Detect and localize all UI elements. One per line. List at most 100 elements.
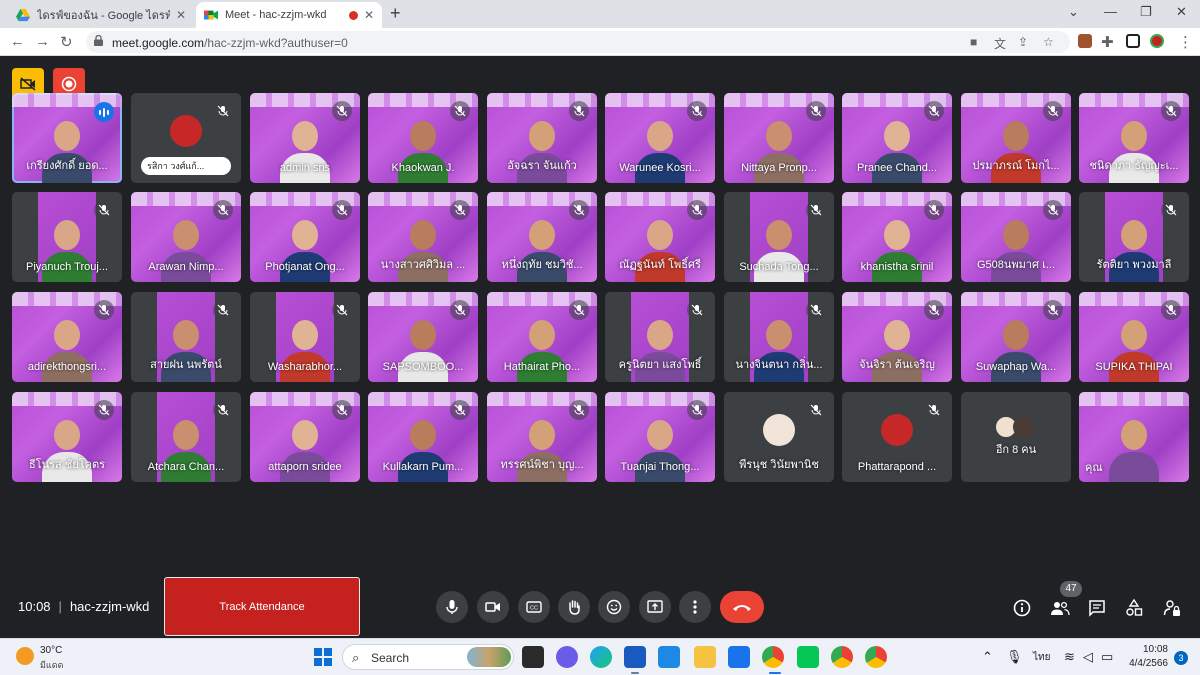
participant-tile[interactable]: หนึ่งฤทัย ชมวิชั...: [487, 192, 597, 282]
participant-tile[interactable]: ปรมาภรณ์ โมกไ...: [961, 93, 1071, 183]
participant-tile[interactable]: Nittaya Pronp...: [724, 93, 834, 183]
participant-tile[interactable]: SUPIKA THIPAI: [1079, 292, 1189, 382]
present-screen-button[interactable]: [639, 591, 671, 623]
extension-icon[interactable]: [1078, 34, 1092, 48]
participant-tile[interactable]: นางสาวศศิวิมล ...: [368, 192, 478, 282]
meeting-code[interactable]: hac-zzjm-wkd: [70, 599, 149, 614]
teams-chat-icon[interactable]: [556, 646, 578, 668]
participant-tile[interactable]: นางจินตนา กลิ่น...: [724, 292, 834, 382]
participant-tile[interactable]: เกรียงศักดิ์ ยอด...: [12, 93, 122, 183]
close-tab-icon[interactable]: ✕: [364, 8, 374, 22]
participant-tile[interactable]: Atchara Chan...: [131, 392, 241, 482]
bookmark-star-icon[interactable]: ☆: [1043, 35, 1054, 49]
participant-tile[interactable]: attaporn sridee: [250, 392, 360, 482]
participant-tile[interactable]: Piyanuch Trouj...: [12, 192, 122, 282]
participant-tile[interactable]: Suwaphap Wa...: [961, 292, 1071, 382]
new-tab-icon[interactable]: +: [390, 3, 401, 24]
participant-tile[interactable]: ณัฏฐนันท์ โพธิ์ศรี: [605, 192, 715, 282]
reactions-button[interactable]: [598, 591, 630, 623]
more-options-button[interactable]: [679, 591, 711, 623]
participant-tile[interactable]: อีก 8 คน: [961, 392, 1071, 482]
participant-tile[interactable]: adirekthongsri...: [12, 292, 122, 382]
camera-button[interactable]: [477, 591, 509, 623]
chrome-icon[interactable]: [762, 646, 784, 668]
taskbar-search-box[interactable]: ⌕ Search: [342, 644, 514, 670]
word-icon[interactable]: [624, 646, 646, 668]
participant-tile[interactable]: ทรรศน์พิชา บุญ...: [487, 392, 597, 482]
tab-meet[interactable]: Meet - hac-zzjm-wkd ✕: [196, 2, 382, 28]
chrome-profile-2-icon[interactable]: [865, 646, 887, 668]
line-icon[interactable]: [797, 646, 819, 668]
participant-tile[interactable]: ครูนิตยา แสงโพธิ์: [605, 292, 715, 382]
extensions-puzzle-icon[interactable]: ✚: [1101, 33, 1114, 51]
raise-hand-button[interactable]: [558, 591, 590, 623]
people-button[interactable]: [1049, 597, 1071, 619]
task-view-icon[interactable]: [522, 646, 544, 668]
participant-tile[interactable]: Arawan Nimp...: [131, 192, 241, 282]
meeting-details-button[interactable]: [1011, 597, 1033, 619]
participant-tile[interactable]: Phattarapond ...: [842, 392, 952, 482]
activities-button[interactable]: [1123, 597, 1145, 619]
participant-tile[interactable]: จันจิรา ต้นเจริญ: [842, 292, 952, 382]
participant-tile[interactable]: khanistha srinil: [842, 192, 952, 282]
volume-icon[interactable]: ◁: [1083, 649, 1093, 665]
participant-tile[interactable]: พีรนุช วินัยพานิช: [724, 392, 834, 482]
participant-tile[interactable]: Kullakarn Pum...: [368, 392, 478, 482]
tab-google-drive[interactable]: ไดรฟ์ของฉัน - Google ไดรฟ์ ✕: [8, 2, 194, 28]
reload-icon[interactable]: ↻: [60, 33, 73, 51]
track-attendance-button[interactable]: Track Attendance: [164, 577, 360, 636]
share-icon[interactable]: ⇪: [1018, 35, 1028, 49]
chrome-profile-icon[interactable]: [831, 646, 853, 668]
back-icon[interactable]: ←: [10, 33, 25, 50]
participant-tile[interactable]: Washarabhor...: [250, 292, 360, 382]
edge-icon[interactable]: [590, 646, 612, 668]
wifi-icon[interactable]: ≋: [1064, 649, 1075, 665]
minimize-icon[interactable]: —: [1104, 4, 1117, 19]
participant-tile[interactable]: admin sns: [250, 93, 360, 183]
profile-avatar[interactable]: [1150, 34, 1164, 48]
participant-tile[interactable]: SAPSOMBOO...: [368, 292, 478, 382]
participant-tile[interactable]: Khaokwan J.: [368, 93, 478, 183]
participant-tile[interactable]: Photjanat Ong...: [250, 192, 360, 282]
clock-date[interactable]: 4/4/2566: [1128, 658, 1168, 669]
forward-icon[interactable]: →: [35, 33, 50, 50]
sun-icon[interactable]: [16, 647, 34, 665]
url-bar[interactable]: meet.google.com/hac-zzjm-wkd?authuser=0 …: [86, 31, 1070, 53]
notification-badge[interactable]: 3: [1174, 651, 1188, 665]
windows-start-icon[interactable]: [314, 648, 332, 666]
tab-search-icon[interactable]: ⌄: [1068, 4, 1079, 20]
participant-tile[interactable]: รัตติยา พวงมาลี: [1079, 192, 1189, 282]
participant-tile[interactable]: สายฝน นพรัตน์: [131, 292, 241, 382]
close-tab-icon[interactable]: ✕: [176, 8, 186, 22]
leave-call-button[interactable]: [720, 591, 764, 623]
participant-tile[interactable]: Warunee Kosri...: [605, 93, 715, 183]
participant-tile[interactable]: Hathairat Pho...: [487, 292, 597, 382]
translate-icon[interactable]: 文: [994, 35, 1006, 52]
file-explorer-icon[interactable]: [694, 646, 716, 668]
clock-time[interactable]: 10:08: [1128, 644, 1168, 655]
participant-tile[interactable]: G508นพมาศ เ...: [961, 192, 1071, 282]
participant-tile[interactable]: อัจฉรา จันแก้ว: [487, 93, 597, 183]
input-language[interactable]: ไทย: [1033, 650, 1050, 665]
tray-overflow-icon[interactable]: ⌃: [982, 649, 993, 665]
participant-tile[interactable]: Pranee Chand...: [842, 93, 952, 183]
camera-in-use-icon[interactable]: ■: [970, 35, 977, 49]
close-window-icon[interactable]: ✕: [1176, 4, 1187, 20]
participant-tile[interactable]: ธีโนรส ชัยโคตร: [12, 392, 122, 482]
chrome-menu-icon[interactable]: ⋮: [1178, 33, 1193, 51]
microphone-button[interactable]: [436, 591, 468, 623]
side-panel-icon[interactable]: [1126, 34, 1140, 48]
host-controls-button[interactable]: [1161, 597, 1183, 619]
captions-button[interactable]: CC: [518, 591, 550, 623]
restore-icon[interactable]: ❐: [1140, 4, 1152, 20]
tray-microphone-icon[interactable]: 🎙: [1006, 649, 1023, 665]
chat-button[interactable]: [1086, 597, 1108, 619]
app-l-icon[interactable]: [658, 646, 680, 668]
participant-tile[interactable]: ชนิดาภา ธัญญะเ...: [1079, 93, 1189, 183]
mail-icon[interactable]: [728, 646, 750, 668]
battery-icon[interactable]: ▭: [1101, 649, 1113, 665]
participant-tile[interactable]: รสิกา วงศ์แก้...: [131, 93, 241, 183]
participant-tile[interactable]: คุณ: [1079, 392, 1189, 482]
participant-tile[interactable]: Tuanjai Thong...: [605, 392, 715, 482]
participant-tile[interactable]: Suchada Tong...: [724, 192, 834, 282]
